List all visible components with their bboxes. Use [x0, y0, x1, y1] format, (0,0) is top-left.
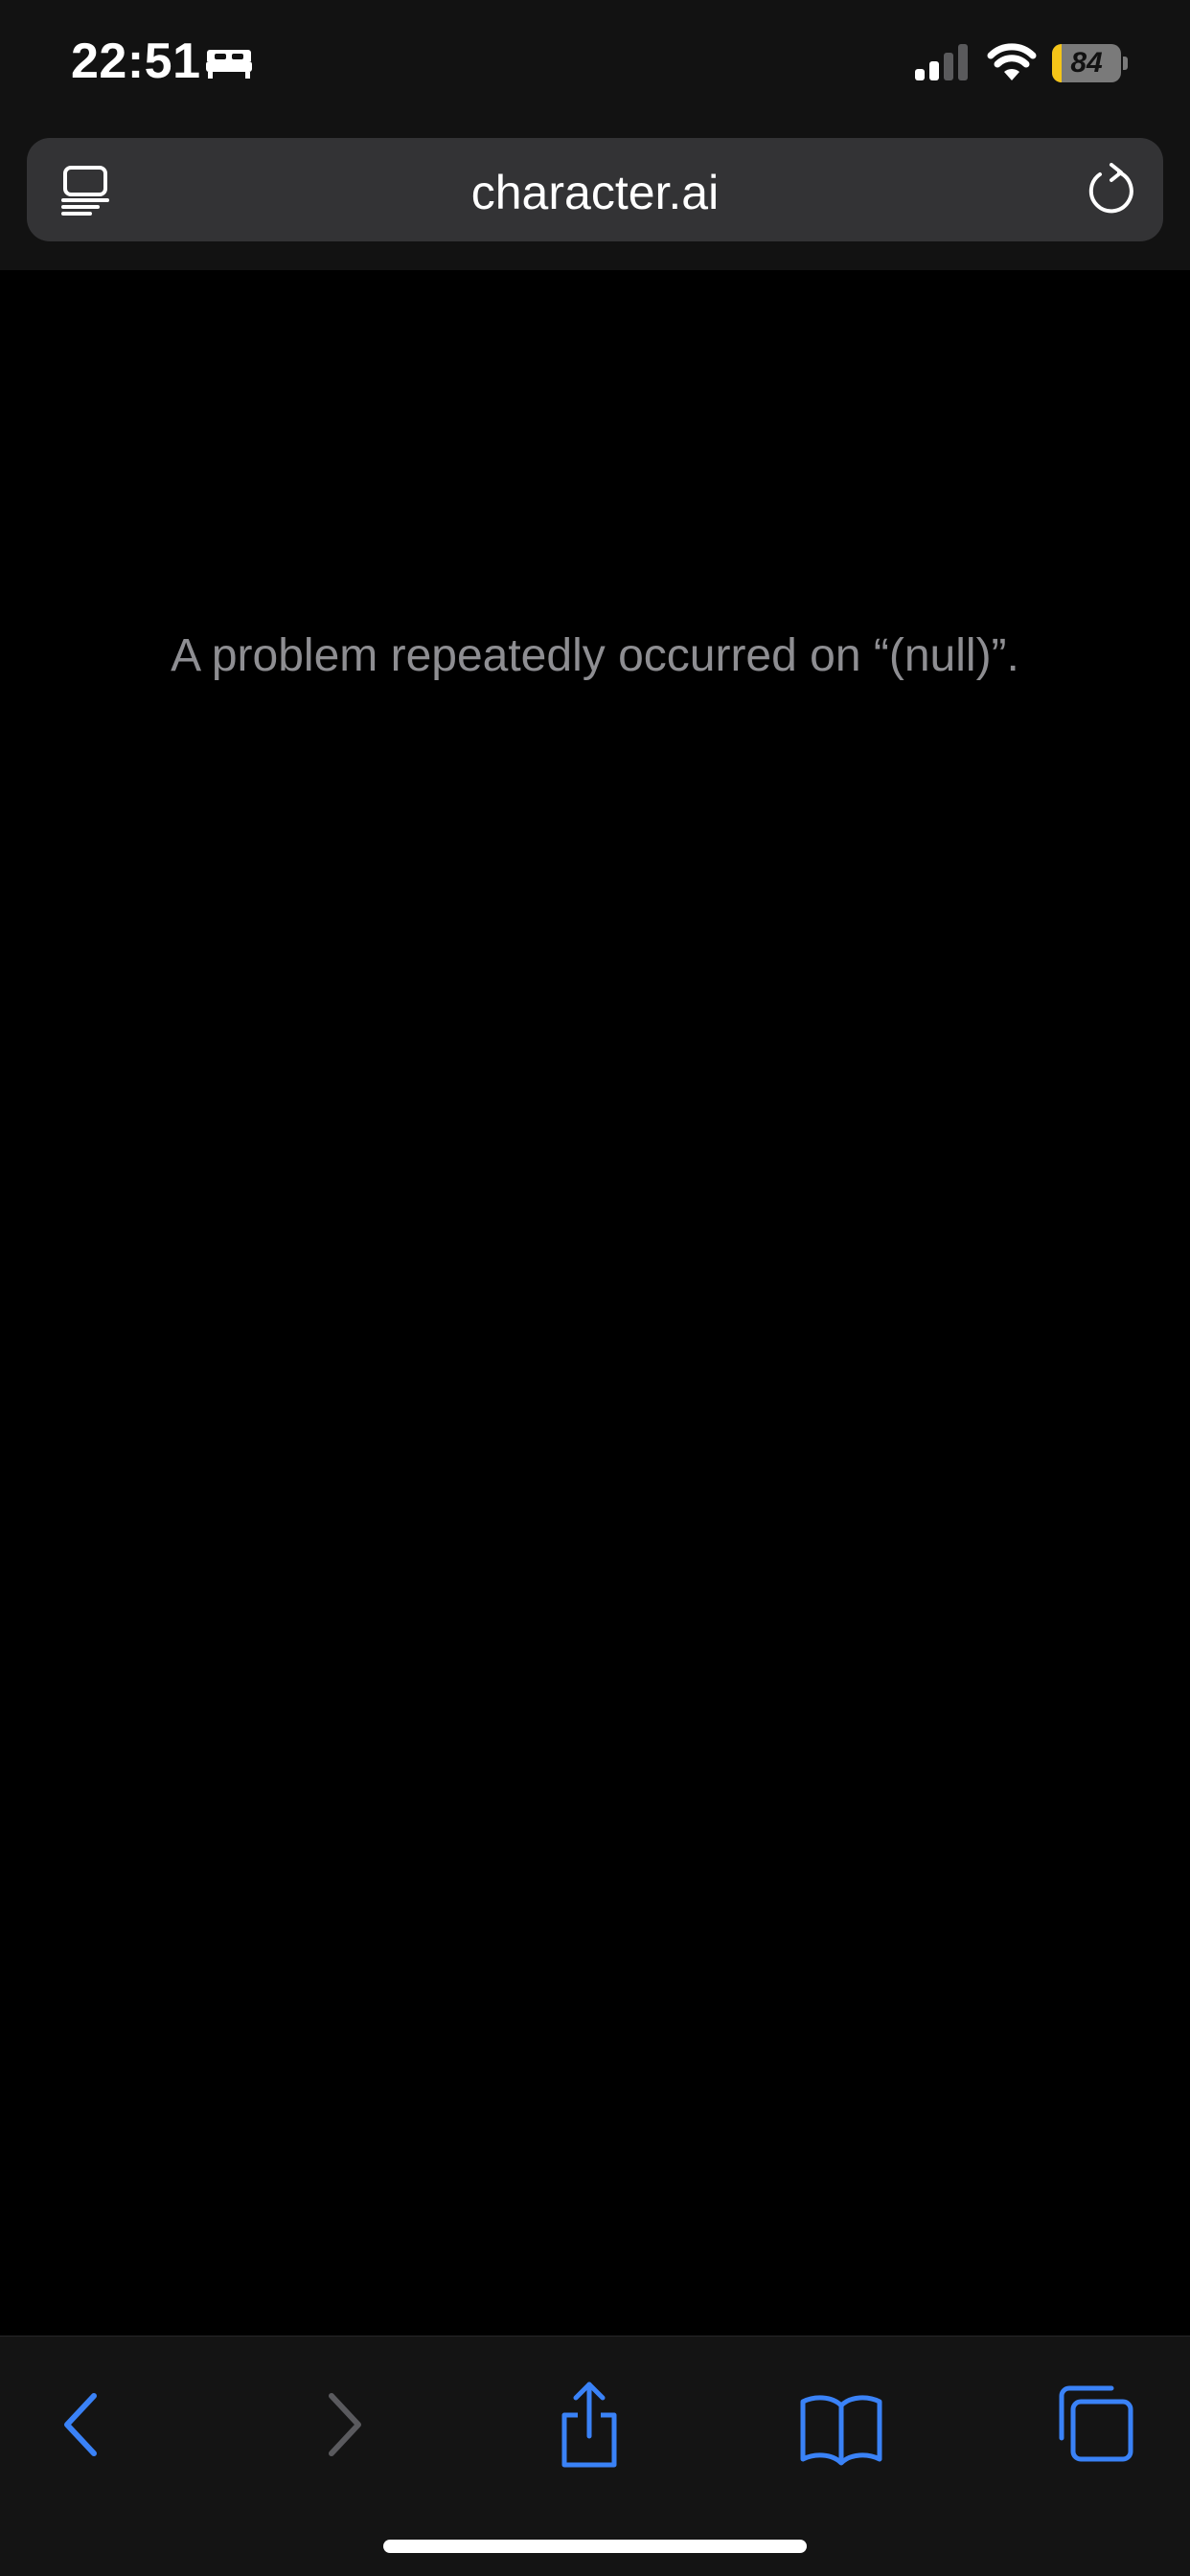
reload-icon[interactable]: [1085, 163, 1136, 217]
web-content: A problem repeatedly occurred on “(null)…: [0, 270, 1190, 2336]
chevron-right-icon: [329, 2393, 361, 2456]
tabs-icon: [1059, 2385, 1133, 2462]
status-time: 22:51: [71, 34, 201, 89]
battery-charging-icon: 84: [1052, 44, 1129, 82]
chevron-left-icon: [64, 2393, 97, 2456]
forward-button[interactable]: [293, 2379, 389, 2471]
book-icon: [800, 2395, 882, 2466]
share-button[interactable]: [541, 2379, 637, 2471]
bed-icon: [206, 50, 252, 79]
battery-cap: [1123, 57, 1128, 70]
wifi-icon: [987, 43, 1037, 80]
home-indicator[interactable]: [383, 2540, 807, 2553]
cellular-signal-icon: [915, 44, 968, 80]
status-bar: 22:51 84: [0, 0, 1190, 134]
browser-top-chrome: 22:51 84 character.ai: [0, 0, 1190, 270]
back-button[interactable]: [36, 2379, 132, 2471]
battery-body: 84: [1052, 44, 1121, 82]
share-icon: [561, 2382, 617, 2468]
error-message: A problem repeatedly occurred on “(null)…: [171, 630, 1019, 681]
browser-toolbar: [0, 2336, 1190, 2576]
battery-level: 84: [1070, 47, 1103, 79]
bookmarks-button[interactable]: [793, 2379, 889, 2471]
tabs-button[interactable]: [1044, 2379, 1140, 2471]
address-bar[interactable]: character.ai: [27, 138, 1163, 241]
url-text[interactable]: character.ai: [27, 165, 1163, 220]
